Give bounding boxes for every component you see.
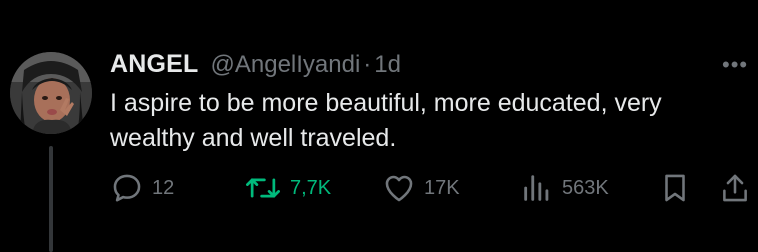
views-button[interactable]: 563K	[520, 168, 609, 208]
action-bar: 12 7,7K 17K 563K	[110, 168, 758, 208]
heart-icon	[382, 171, 416, 205]
share-button[interactable]	[718, 168, 752, 208]
like-button[interactable]: 17K	[382, 168, 460, 208]
author-name[interactable]: ANGEL	[110, 50, 199, 79]
thread-line	[49, 146, 53, 252]
author-handle[interactable]: @AngelIyandi	[211, 51, 361, 79]
separator-dot: ·	[363, 51, 372, 78]
tweet-header: ANGEL @AngelIyandi · 1d	[110, 50, 401, 82]
tweet-text: I aspire to be more beautiful, more educ…	[110, 89, 662, 152]
tweet[interactable]: ANGEL @AngelIyandi · 1d ••• I aspire to …	[0, 0, 758, 252]
retweet-button[interactable]: 7,7K	[244, 168, 331, 208]
more-options-icon[interactable]: •••	[722, 54, 756, 76]
avatar-image	[10, 52, 92, 134]
reply-count: 12	[152, 176, 175, 199]
bookmark-icon	[658, 171, 692, 205]
tweet-timestamp[interactable]: 1d	[374, 51, 401, 79]
reply-button[interactable]: 12	[110, 168, 174, 208]
bookmark-button[interactable]	[658, 168, 692, 208]
avatar[interactable]	[10, 52, 92, 134]
views-icon	[520, 171, 554, 205]
reply-icon	[110, 171, 144, 205]
views-count: 563K	[562, 176, 609, 199]
like-count: 17K	[424, 176, 460, 199]
retweet-count: 7,7K	[290, 176, 332, 199]
share-icon	[718, 171, 752, 205]
retweet-icon	[244, 171, 282, 205]
